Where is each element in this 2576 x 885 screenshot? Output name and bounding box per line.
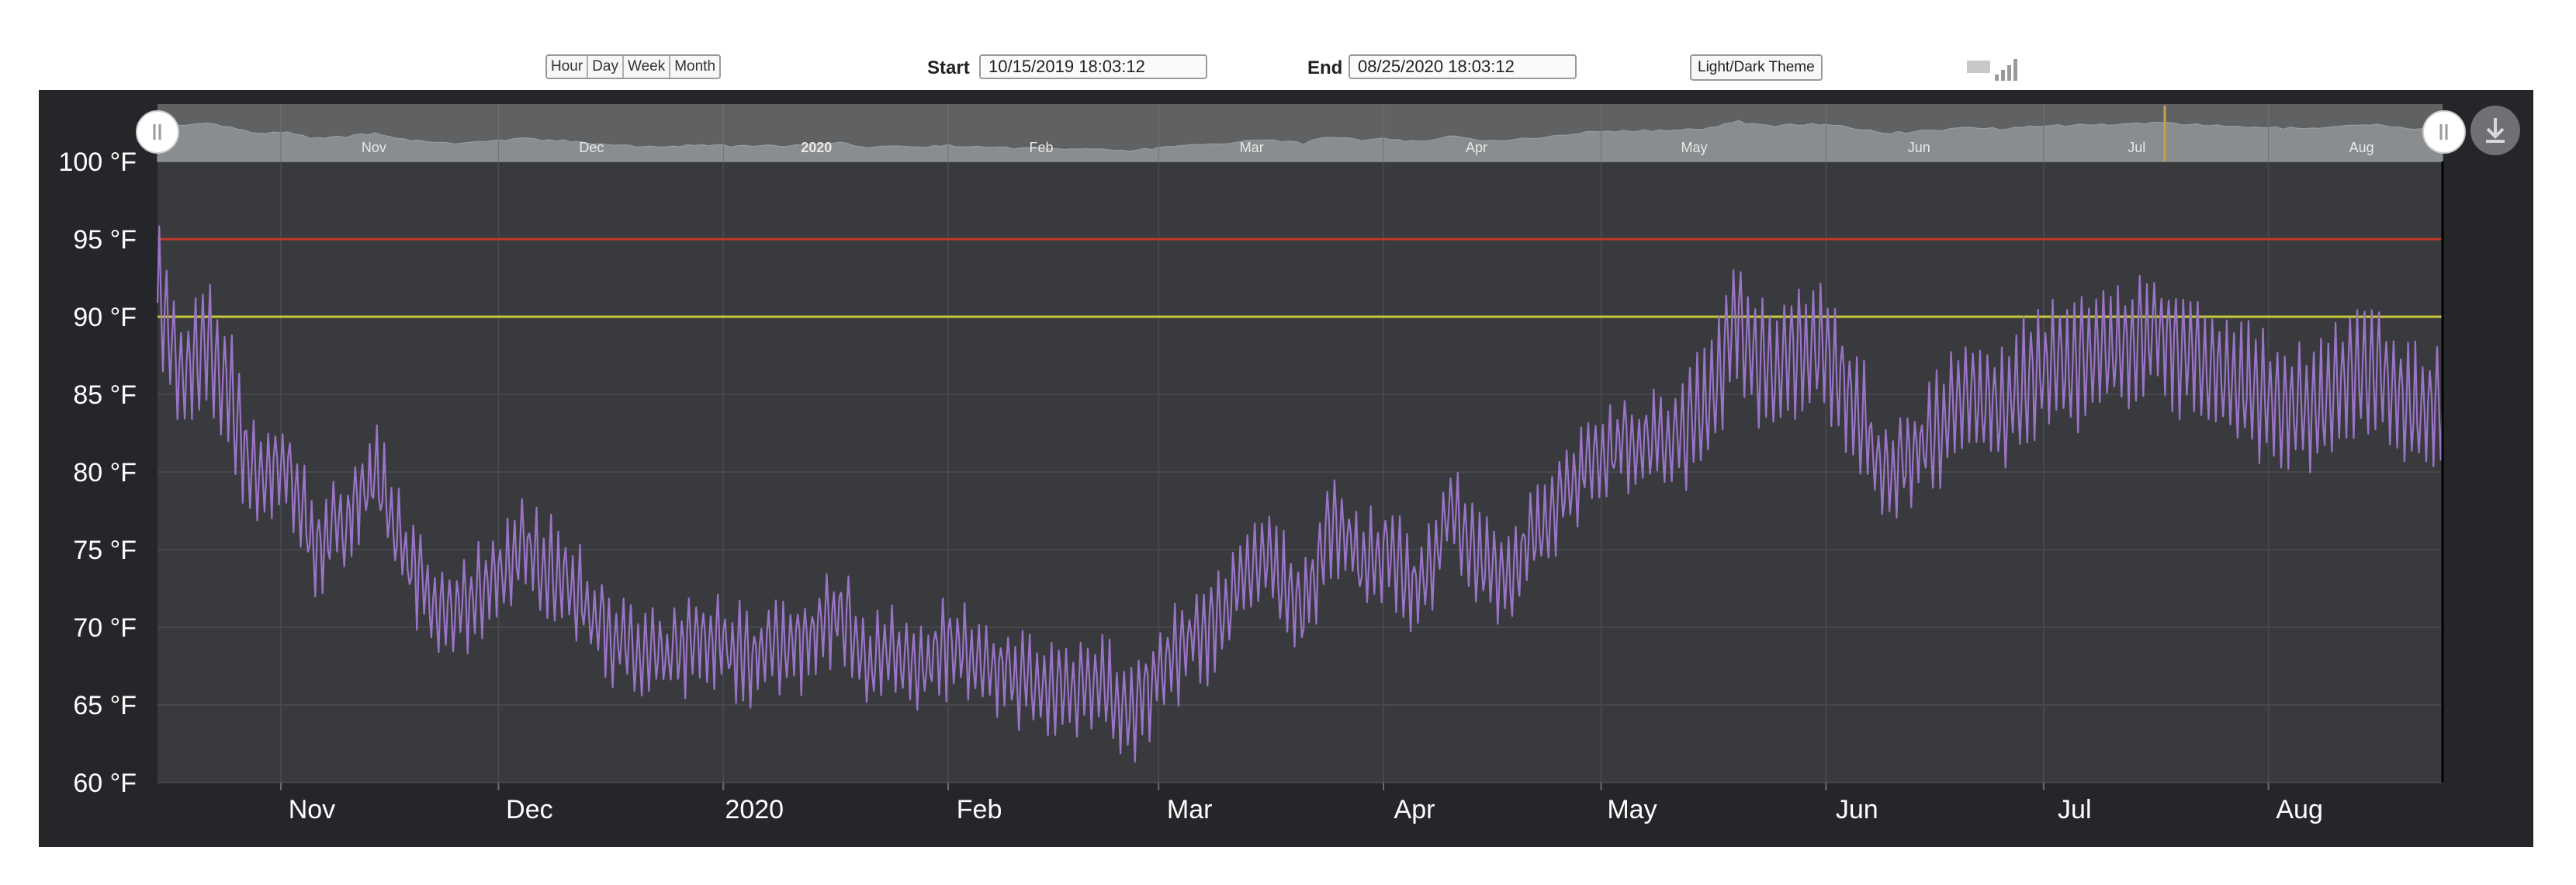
x-tick-label: Nov — [289, 795, 335, 824]
y-tick-label: 85 °F — [73, 380, 137, 410]
y-tick-label: 70 °F — [73, 613, 137, 643]
y-tick-label: 65 °F — [73, 691, 137, 720]
x-tick-label: Aug — [2276, 795, 2323, 824]
navigator-month-label: Jun — [1908, 140, 1930, 155]
navigator-month-label: 2020 — [801, 140, 832, 155]
navigator-month-label: Mar — [1240, 140, 1264, 155]
y-tick-label: 80 °F — [73, 458, 137, 488]
x-axis: Nov Dec 2020 Feb Mar Apr May Jun Jul Aug — [289, 795, 2323, 824]
y-tick-label: 95 °F — [73, 225, 137, 255]
x-tick-label: Jul — [2058, 795, 2091, 824]
navigator-month-label: Jul — [2128, 140, 2145, 155]
y-axis: 60 °F 65 °F 70 °F 75 °F 80 °F 85 °F 90 °F 95 °F… — [58, 148, 137, 798]
download-button[interactable] — [2470, 106, 2520, 155]
x-tick-label: Jun — [1836, 795, 1878, 824]
right-navigator-handle[interactable] — [2422, 110, 2466, 154]
chart-svg: Nov Dec 2020 Feb Mar Apr May Jun Jul Aug 60 °F 65 … — [58, 104, 2520, 824]
navigator-month-label: Aug — [2349, 140, 2374, 155]
x-tick-label: Dec — [506, 795, 552, 824]
navigator-month-label: May — [1681, 140, 1707, 155]
y-tick-label: 90 °F — [73, 303, 137, 332]
x-tick-label: Feb — [957, 795, 1002, 824]
navigator[interactable]: Nov Dec 2020 Feb Mar Apr May Jun Jul Aug — [157, 104, 2443, 162]
x-tick-label: Apr — [1394, 795, 1435, 824]
y-tick-label: 100 °F — [58, 148, 137, 177]
navigator-month-label: Nov — [362, 140, 386, 155]
y-tick-label: 75 °F — [73, 536, 137, 565]
x-tick-label: May — [1607, 795, 1657, 824]
navigator-month-label: Apr — [1466, 140, 1487, 155]
left-navigator-handle[interactable] — [136, 110, 179, 154]
x-tick-label: 2020 — [725, 795, 784, 824]
y-tick-label: 60 °F — [73, 769, 137, 798]
x-tick-label: Mar — [1167, 795, 1213, 824]
navigator-month-label: Feb — [1030, 140, 1054, 155]
navigator-month-label: Dec — [579, 140, 604, 155]
